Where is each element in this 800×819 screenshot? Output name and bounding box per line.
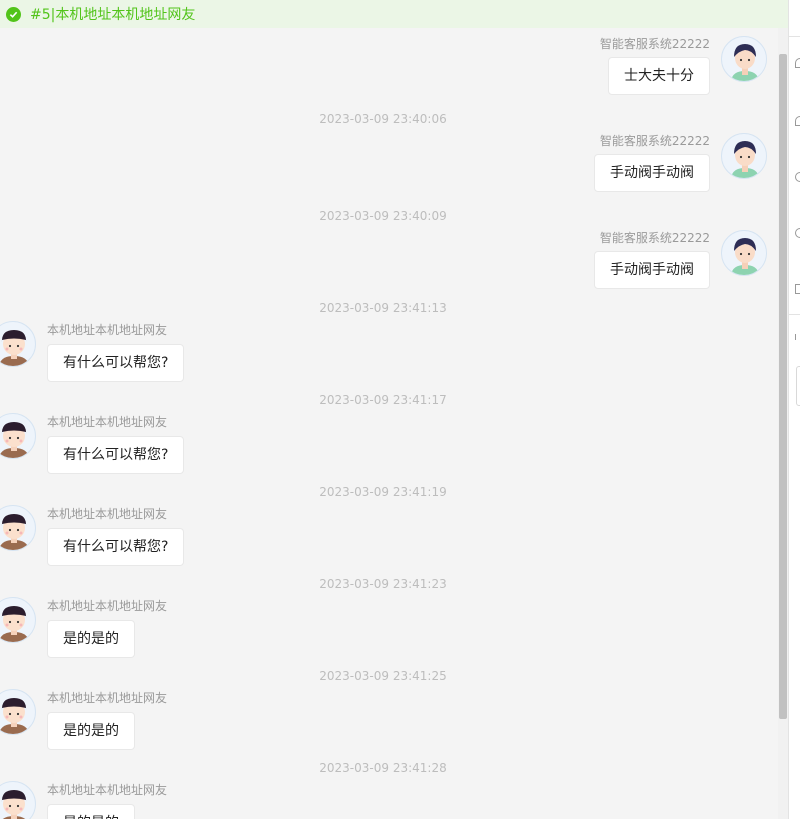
message-bubble[interactable]: 是的是的: [47, 620, 135, 658]
clock-icon[interactable]: [795, 228, 800, 238]
conversation-title: #5|本机地址本机地址网友: [30, 7, 196, 23]
sender-name: 本机地址本机地址网友: [47, 783, 168, 797]
shop-icon[interactable]: [795, 284, 800, 294]
agent-avatar: [721, 230, 767, 276]
clock-icon[interactable]: [795, 172, 800, 182]
visitor-avatar: [0, 597, 36, 643]
message-bubble[interactable]: 手动阀手动阀: [594, 251, 710, 289]
message-bubble[interactable]: 是的是的: [47, 712, 135, 750]
message-list[interactable]: 智能客服系统22222 士大夫十分 2023-03-09 23:40:06 智能…: [0, 28, 778, 819]
visitor-avatar: [0, 505, 36, 551]
user-icon[interactable]: [795, 58, 800, 68]
divider: [789, 314, 800, 315]
message-timestamp: 2023-03-09 23:41:17: [319, 393, 447, 407]
message-timestamp: 2023-03-09 23:41:28: [319, 761, 447, 775]
message-bubble[interactable]: 手动阀手动阀: [594, 154, 710, 192]
user-icon[interactable]: [795, 116, 800, 126]
sender-name: 智能客服系统22222: [599, 37, 710, 51]
sender-name: 智能客服系统22222: [599, 231, 710, 245]
sender-name: 本机地址本机地址网友: [47, 323, 168, 337]
visitor-avatar: [0, 413, 36, 459]
agent-avatar: [721, 133, 767, 179]
message-timestamp: 2023-03-09 23:41:19: [319, 485, 447, 499]
message-bubble[interactable]: 有什么可以帮您?: [47, 344, 185, 382]
message-bubble[interactable]: 有什么可以帮您?: [47, 528, 185, 566]
agent-avatar: [721, 36, 767, 82]
message-timestamp: 2023-03-09 23:41:13: [319, 301, 447, 315]
sender-name: 智能客服系统22222: [599, 134, 710, 148]
check-circle-icon: [6, 6, 21, 22]
message-timestamp: 2023-03-09 23:41:23: [319, 577, 447, 591]
sender-name: 本机地址本机地址网友: [47, 599, 168, 613]
message-bubble[interactable]: 是的是的: [47, 804, 135, 819]
conversation-header: #5|本机地址本机地址网友: [0, 0, 788, 28]
visitor-avatar: [0, 321, 36, 367]
sender-name: 本机地址本机地址网友: [47, 507, 168, 521]
visitor-avatar: [0, 781, 36, 819]
message-timestamp: 2023-03-09 23:40:06: [319, 112, 447, 126]
message-timestamp: 2023-03-09 23:41:25: [319, 669, 447, 683]
scrollbar-thumb[interactable]: [779, 54, 787, 719]
message-bubble[interactable]: 有什么可以帮您?: [47, 436, 185, 474]
sender-name: 本机地址本机地址网友: [47, 691, 168, 705]
sender-name: 本机地址本机地址网友: [47, 415, 168, 429]
message-timestamp: 2023-03-09 23:40:09: [319, 209, 447, 223]
side-input[interactable]: [796, 366, 800, 406]
visitor-avatar: [0, 689, 36, 735]
edit-icon[interactable]: [795, 334, 796, 340]
message-bubble[interactable]: 士大夫十分: [608, 57, 710, 95]
right-panel: [788, 0, 800, 819]
divider: [789, 36, 800, 37]
